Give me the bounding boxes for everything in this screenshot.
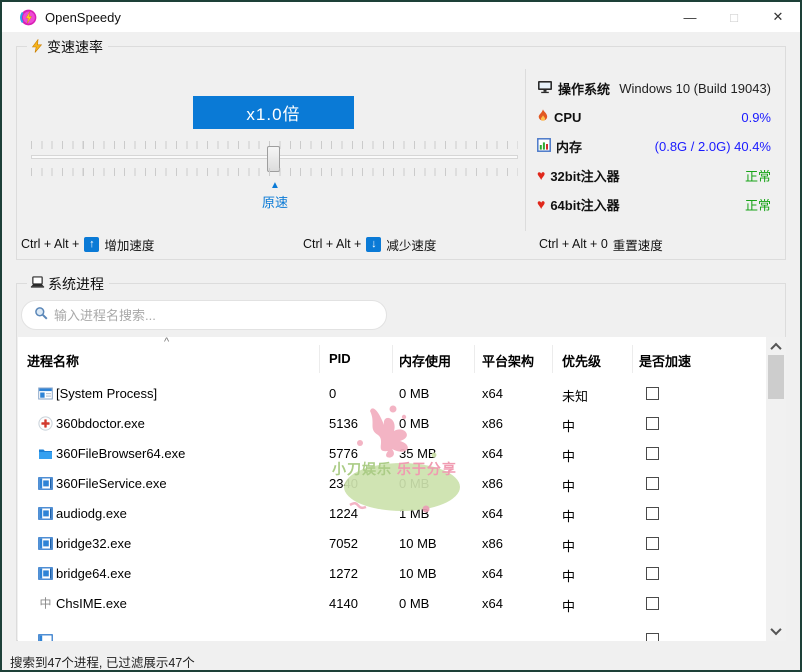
scrollbar-thumb[interactable] [768,355,784,399]
table-row[interactable]: 360FileBrowser64.exe 5776 35 MB x64 中 [18,439,786,469]
accelerate-checkbox[interactable] [646,387,659,400]
table-row[interactable] [18,619,786,641]
header-memory[interactable]: 内存使用 [399,351,451,370]
blue-window-icon [38,633,53,641]
maximize-button[interactable]: □ [712,2,756,32]
origin-speed-label: 原速 [253,192,297,211]
table-row[interactable]: 360bdoctor.exe 5136 0 MB x86 中 [18,409,786,439]
info-row-cpu: CPU 0.9% [537,106,771,128]
table-scrollbar[interactable] [766,337,786,641]
injector32-status: 正常 [745,166,771,185]
table-row[interactable]: bridge32.exe 7052 10 MB x86 中 [18,529,786,559]
process-search-box[interactable] [21,300,387,330]
info-row-injector64: ♥ 64bit注入器 正常 [537,193,771,215]
system-process-group-label: 系统进程 [27,274,109,294]
origin-speed-marker-icon: ▲ [253,180,297,191]
heart-icon: ♥ [537,197,545,211]
cpu-value: 0.9% [741,110,771,125]
shortcut-decrease-speed: Ctrl + Alt + ↓ 减少速度 [303,235,436,253]
lightning-icon [30,39,44,56]
medical-cross-icon [38,416,53,431]
accelerate-checkbox[interactable] [646,417,659,430]
minimize-button[interactable]: — [668,2,712,32]
table-header-row: 进程名称 PID 内存使用 平台架构 优先级 是否加速 [18,337,786,379]
accelerate-checkbox[interactable] [646,633,659,641]
close-button[interactable]: ✕ [756,2,800,32]
arrow-up-key-icon: ↑ [84,237,99,252]
table-row[interactable]: 360FileService.exe 2340 0 MB x86 中 [18,469,786,499]
memory-value: (0.8G / 2.0G) 40.4% [655,139,771,154]
scroll-up-icon[interactable] [766,339,786,355]
system-process-group: 系统进程 ^ 进程名称 PID 内存使用 平台架构 优先级 是否加速 [16,283,786,641]
monitor-icon [537,80,553,97]
header-arch[interactable]: 平台架构 [482,351,534,370]
blue-window-icon [38,566,53,581]
speed-rate-group: 变速速率 x1.0倍 ▲ 原速 操作系统 Windows 10 (Build 1… [16,46,786,260]
svg-text:中: 中 [39,596,51,611]
panel-divider [525,69,526,231]
info-row-memory: 内存 (0.8G / 2.0G) 40.4% [537,135,771,157]
info-row-os: 操作系统 Windows 10 (Build 19043) [537,77,771,99]
arrow-down-key-icon: ↓ [366,237,381,252]
blue-window-icon [38,476,53,491]
window-title: OpenSpeedy [45,10,121,25]
search-input[interactable] [54,308,374,323]
table-row[interactable]: audiodg.exe 1224 1 MB x64 中 [18,499,786,529]
ime-icon: 中 [38,596,53,611]
header-process-name[interactable]: 进程名称 [27,351,79,370]
accelerate-checkbox[interactable] [646,597,659,610]
memory-chart-icon [537,138,551,155]
accelerate-checkbox[interactable] [646,537,659,550]
folder-icon [38,446,53,461]
current-speed-label: x1.0倍 [193,96,354,129]
status-bar-text: 搜索到47个进程, 已过滤展示47个 [10,652,195,671]
scroll-down-icon[interactable] [766,623,786,639]
header-priority[interactable]: 优先级 [562,351,601,370]
accelerate-checkbox[interactable] [646,507,659,520]
accelerate-checkbox[interactable] [646,567,659,580]
search-icon [34,306,48,325]
os-value: Windows 10 (Build 19043) [619,81,771,96]
slider-ticks-bottom [31,168,518,176]
header-pid[interactable]: PID [329,351,351,366]
speed-rate-group-label: 变速速率 [27,37,108,57]
app-window-icon [38,386,53,401]
heart-icon: ♥ [537,168,545,182]
flame-icon [537,109,549,126]
shortcut-reset-speed: Ctrl + Alt + 0 重置速度 [539,235,663,253]
table-row[interactable]: bridge64.exe 1272 10 MB x64 中 [18,559,786,589]
openspeedy-window: OpenSpeedy — □ ✕ 变速速率 x1.0倍 ▲ 原速 [0,0,802,672]
info-row-injector32: ♥ 32bit注入器 正常 [537,164,771,186]
table-row[interactable]: [System Process] 0 0 MB x64 未知 [18,379,786,409]
laptop-icon [30,276,45,292]
header-accelerate[interactable]: 是否加速 [639,351,691,370]
accelerate-checkbox[interactable] [646,477,659,490]
accelerate-checkbox[interactable] [646,447,659,460]
process-table: ^ 进程名称 PID 内存使用 平台架构 优先级 是否加速 [Sy [18,337,786,641]
injector64-status: 正常 [745,195,771,214]
openspeedy-app-icon [20,9,37,26]
blue-window-icon [38,506,53,521]
table-row[interactable]: 中 ChsIME.exe 4140 0 MB x64 中 [18,589,786,619]
blue-window-icon [38,536,53,551]
shortcut-increase-speed: Ctrl + Alt + ↑ 增加速度 [21,235,154,253]
title-bar: OpenSpeedy — □ ✕ [2,2,800,32]
